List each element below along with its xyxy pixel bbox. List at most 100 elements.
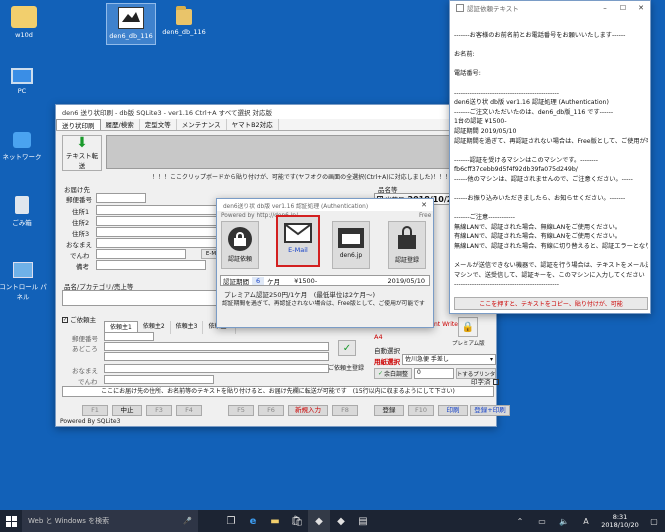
print-done-checkbox[interactable] (492, 379, 499, 385)
desktop-icon-recycle-bin[interactable]: ごみ箱 (0, 196, 46, 227)
email-button[interactable]: E-Mail (276, 215, 320, 267)
register-button[interactable]: 登録 (374, 405, 404, 416)
den6-taskbar-icon-2[interactable]: ◆ (330, 510, 352, 532)
people-icon[interactable]: ⌃ (509, 510, 531, 532)
notepad-line: 無線LANで、認証された場合、有線に切り替えると、認証エラーとなります (454, 243, 648, 251)
notepad-line: お名前: (454, 51, 475, 59)
premium-button[interactable]: 🔒 (458, 317, 478, 337)
text-transfer-button[interactable]: ⬇ テキスト転送 (62, 135, 102, 171)
note-label: 備考 (76, 263, 89, 271)
sender-phone-input[interactable] (104, 375, 214, 384)
addr2-label: 住所2 (72, 219, 90, 227)
tab-yamato-b2[interactable]: ヤマトB2対応 (227, 119, 279, 130)
free-label: Free (419, 213, 432, 219)
auth-expire-date: 2019/05/10 (387, 276, 425, 285)
minimize-button[interactable]: – (596, 4, 614, 12)
status-bar: Powered By SQLite3 (60, 418, 121, 425)
main-window-titlebar[interactable]: den6 送り状印刷 - db版 SQLite3 - ver1.16 Ctrl+… (56, 105, 496, 119)
notepad-line: -------ご注意------------ (454, 214, 515, 222)
desktop-icon-w10d[interactable]: w10d (0, 6, 48, 39)
postal-input[interactable] (96, 193, 146, 203)
name-label: おなまえ (66, 241, 92, 249)
period-value[interactable]: 6 (252, 276, 265, 285)
notepad-line: fb6cff37cebb9d5f4f92db39fa075d249b/ (454, 166, 578, 174)
notifications-icon[interactable]: ▢ (643, 510, 665, 532)
f10-key[interactable]: F10 (408, 405, 434, 416)
maximize-button[interactable]: ☐ (614, 4, 632, 12)
control-panel-icon (13, 262, 33, 278)
auth-dialog-titlebar[interactable]: den6送り状 db版 ver1.16 認証処理 (Authentication… (217, 199, 433, 211)
notepad-line: ----------------------------------------… (454, 281, 559, 289)
margin-adjust-button[interactable]: ✓ 余白調整 (374, 368, 412, 379)
f4-key[interactable]: F4 (176, 405, 202, 416)
edge-icon[interactable]: e (242, 510, 264, 532)
sender-checkbox[interactable]: ✓ (62, 317, 68, 323)
f8-key[interactable]: F8 (332, 405, 358, 416)
notepad-line (454, 41, 648, 51)
f5-key[interactable]: F5 (228, 405, 254, 416)
bottom-paste-area[interactable]: ここにお届け先の住所、お名前等のテキストを貼り付けると、お届け先欄に転送が可能で… (62, 386, 494, 397)
start-button[interactable] (0, 510, 22, 532)
sender-postal-label: 郵便番号 (72, 335, 98, 343)
sender-postal-input[interactable] (104, 332, 154, 341)
register-print-button[interactable]: 登録+印刷 (470, 405, 510, 416)
folder-icon (176, 6, 192, 25)
notepad-line (454, 79, 648, 89)
paper-size: A4 (374, 333, 383, 341)
desktop-icon-pc[interactable]: PC (0, 68, 46, 95)
main-window-title: den6 送り状印刷 - db版 SQLite3 - ver1.16 Ctrl+… (62, 109, 273, 117)
auth-request-button[interactable]: 認証依頼 (221, 221, 259, 269)
ime-indicator[interactable]: A (575, 510, 597, 532)
notepad-line: 認証期間を過ぎて、再認証されない場合は、Free版として、ご使用が可能です (454, 137, 648, 145)
abort-button[interactable]: 中止 (112, 405, 142, 416)
sender-name-input[interactable] (104, 364, 329, 373)
new-input-button[interactable]: 新規入力 (288, 405, 328, 416)
close-button[interactable]: ✕ (632, 4, 650, 12)
tab-maintenance[interactable]: メンテナンス (177, 119, 227, 130)
notepad-taskbar-icon[interactable]: ▤ (352, 510, 374, 532)
desktop-icon-den6-db-folder[interactable]: den6_db_116 (160, 4, 208, 36)
period-label: 認証期間 (223, 277, 249, 286)
paper-type-select[interactable]: 佐川急便 手差し ▾ (402, 354, 496, 365)
sender-register-button[interactable]: ✓ (338, 340, 356, 356)
print-button[interactable]: 印刷 (438, 405, 468, 416)
taskbar-search-box[interactable]: Web と Windows を検索 🎤 (22, 510, 198, 532)
tab-history[interactable]: 履歴/検索 (101, 119, 140, 130)
f1-key[interactable]: F1 (82, 405, 108, 416)
clipboard-paste-area[interactable] (106, 135, 490, 169)
den6-taskbar-icon[interactable]: ◆ (308, 510, 330, 532)
clock[interactable]: 8:31 2018/10/20 (597, 513, 643, 529)
notepad-line (454, 204, 648, 214)
notepad-line: マシンで、送受信して、認証キーを、このマシンに入力してください (454, 271, 645, 279)
sender-addr-input[interactable] (104, 342, 329, 351)
phone-input[interactable] (96, 249, 186, 259)
sender-addr2-input[interactable] (104, 352, 329, 361)
margin-value[interactable]: 0 (414, 368, 454, 379)
notepad-titlebar[interactable]: 認証依頼テキスト – ☐ ✕ (450, 1, 650, 15)
desktop-icon-control-panel[interactable]: コントロール パネル (0, 262, 48, 301)
den6-jp-button[interactable]: den6.jp (332, 221, 370, 269)
desktop-icon-network[interactable]: ネットワーク (0, 132, 46, 161)
auth-price: ¥1500- (294, 276, 318, 285)
auth-register-button[interactable]: 認証登録 (388, 221, 426, 269)
recycle-bin-icon (15, 196, 29, 214)
notepad-line (454, 60, 648, 70)
auth-dialog-close-button[interactable]: ✕ (415, 201, 433, 209)
notepad-text-area[interactable]: -------お客様のお前名前とお電話番号をお願いいたします------ お名前… (454, 31, 648, 291)
f3-key[interactable]: F3 (146, 405, 172, 416)
desktop-icon-label: den6_db_116 (109, 32, 153, 40)
file-explorer-icon[interactable]: ▬ (264, 510, 286, 532)
volume-icon[interactable]: 🔈 (553, 510, 575, 532)
tab-templates[interactable]: 定型文等 (140, 119, 177, 130)
mail-icon (284, 223, 312, 243)
task-view-icon[interactable]: ❐ (220, 510, 242, 532)
tab-print[interactable]: 送り状印刷 (56, 119, 101, 130)
copy-text-button[interactable]: ここを押すと、テキストをコピー、貼り付けが、可能 (454, 297, 648, 310)
store-icon[interactable]: 🛍 (286, 510, 308, 532)
f6-key[interactable]: F6 (258, 405, 284, 416)
note-input[interactable] (96, 260, 206, 270)
notepad-window: 認証依頼テキスト – ☐ ✕ -------お客様のお前名前とお電話番号をお願い… (449, 0, 651, 314)
tab-sender-3[interactable]: 依頼主3 (171, 321, 204, 334)
desktop-icon-den6-db-app[interactable]: den6_db_116 (106, 3, 156, 45)
network-status-icon[interactable]: ▭ (531, 510, 553, 532)
